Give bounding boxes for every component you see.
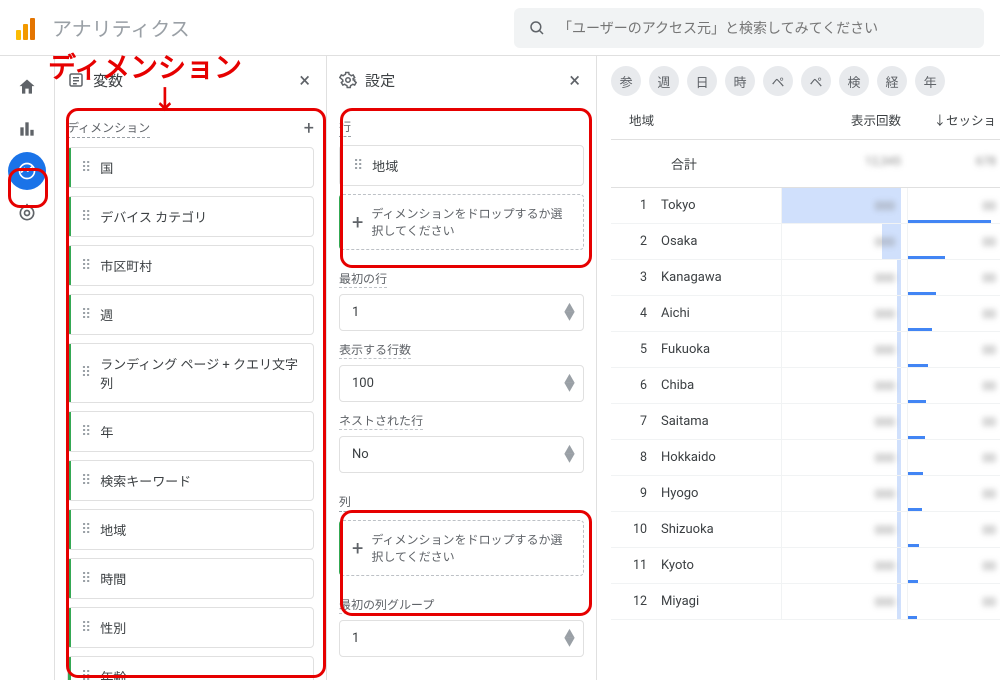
variables-title: 変数 [93, 70, 295, 91]
show-rows-label: 表示する行数 [339, 341, 411, 359]
analytics-logo-icon [16, 16, 40, 40]
drag-handle-icon: ⠿ [81, 673, 92, 680]
col-metric1[interactable]: 表示回数 [781, 110, 901, 129]
col-dimension[interactable]: 地域 [611, 110, 781, 129]
dimension-chip[interactable]: ⠿デバイス カテゴリ [67, 196, 314, 237]
dimension-chip[interactable]: ⠿ランディング ページ + クエリ文字列 [67, 343, 314, 403]
col-metric2[interactable]: ↓セッショ [901, 110, 1000, 129]
app-title: アナリティクス [52, 13, 190, 42]
drag-handle-icon: ⠿ [81, 262, 92, 270]
drag-handle-icon: ⠿ [81, 428, 92, 436]
dimension-chip[interactable]: ⠿地域 [67, 509, 314, 550]
dimension-chip[interactable]: ⠿週 [67, 294, 314, 335]
dimension-chip[interactable]: ⠿年 [67, 411, 314, 452]
first-row-label: 最初の行 [339, 270, 387, 288]
table-row[interactable]: 10Shizuoka00000 [611, 512, 1000, 548]
drag-handle-icon: ⠿ [81, 369, 92, 377]
stepper-icon: ▲▼ [564, 376, 575, 392]
dimension-chip[interactable]: ⠿市区町村 [67, 245, 314, 286]
nav-advertising[interactable] [8, 194, 46, 232]
table-row[interactable]: 6Chiba00000 [611, 368, 1000, 404]
report-tab[interactable]: 年 [915, 66, 945, 96]
col-dropzone[interactable]: + ディメンションをドロップするか選択してください [339, 520, 584, 576]
rows-label: 行 [339, 118, 351, 137]
first-row-select[interactable]: 1 ▲▼ [339, 294, 584, 331]
cols-label: 列 [339, 493, 351, 512]
table-row[interactable]: 1Tokyo00000 [611, 188, 1000, 224]
dimension-chip[interactable]: ⠿時間 [67, 558, 314, 599]
first-col-group-select[interactable]: 1 ▲▼ [339, 620, 584, 657]
table-row[interactable]: 9Hyogo00000 [611, 476, 1000, 512]
drag-handle-icon: ⠿ [81, 624, 92, 632]
drag-handle-icon: ⠿ [81, 311, 92, 319]
show-rows-select[interactable]: 100 ▲▼ [339, 365, 584, 402]
app-header: アナリティクス [0, 0, 1000, 56]
search-bar[interactable] [514, 8, 984, 48]
nested-rows-select[interactable]: No ▲▼ [339, 436, 584, 473]
dimension-chip[interactable]: ⠿年齢 [67, 656, 314, 680]
variables-icon [67, 71, 85, 89]
stepper-icon: ▲▼ [564, 631, 575, 647]
table-row[interactable]: 2Osaka00000 [611, 224, 1000, 260]
report-tab[interactable]: ペ [763, 66, 793, 96]
table-row[interactable]: 12Miyagi00000 [611, 584, 1000, 620]
nav-home[interactable] [8, 68, 46, 106]
total-row: 合計 12,345 678 [611, 140, 1000, 188]
drag-handle-icon: ⠿ [81, 213, 92, 221]
table-row[interactable]: 11Kyoto00000 [611, 548, 1000, 584]
drag-handle-icon: ⠿ [81, 526, 92, 534]
report-tab[interactable]: 検 [839, 66, 869, 96]
settings-title: 設定 [365, 70, 565, 91]
report-area: 参週日時ペペ検経年 地域 表示回数 ↓セッショ 合計 12,345 678 1T… [597, 56, 1000, 680]
report-tab[interactable]: 日 [687, 66, 717, 96]
tab-row: 参週日時ペペ検経年 [611, 66, 1000, 104]
table-row[interactable]: 3Kanagawa00000 [611, 260, 1000, 296]
nested-rows-label: ネストされた行 [339, 412, 423, 430]
table-row[interactable]: 4Aichi00000 [611, 296, 1000, 332]
report-tab[interactable]: ペ [801, 66, 831, 96]
plus-icon: + [352, 210, 363, 234]
row-dropzone[interactable]: + ディメンションをドロップするか選択してください [339, 194, 584, 250]
add-dimension-button[interactable]: + [304, 118, 314, 139]
report-tab[interactable]: 時 [725, 66, 755, 96]
variables-panel: 変数 × ディメンション + ⠿国 ⠿デバイス カテゴリ ⠿市区町村 ⠿週 ⠿ランディン… [55, 56, 327, 680]
settings-panel: 設定 × 行 ⠿ 地域 + ディメンションをドロップするか選択してください 最初… [327, 56, 597, 680]
table-row[interactable]: 5Fukuoka00000 [611, 332, 1000, 368]
settings-icon [339, 71, 357, 89]
plus-icon: + [352, 536, 363, 560]
search-icon [528, 19, 546, 37]
dimension-chip[interactable]: ⠿性別 [67, 607, 314, 648]
table-row[interactable]: 8Hokkaido00000 [611, 440, 1000, 476]
report-tab[interactable]: 参 [611, 66, 641, 96]
left-nav [0, 56, 55, 680]
drag-handle-icon: ⠿ [353, 162, 364, 170]
close-variables-button[interactable]: × [295, 68, 314, 92]
dimension-chip[interactable]: ⠿検索キーワード [67, 460, 314, 501]
drag-handle-icon: ⠿ [81, 477, 92, 485]
first-col-group-label: 最初の列グループ [339, 596, 434, 614]
drag-handle-icon: ⠿ [81, 575, 92, 583]
dimensions-section-header: ディメンション + [67, 118, 314, 139]
table-row[interactable]: 7Saitama00000 [611, 404, 1000, 440]
drag-handle-icon: ⠿ [81, 164, 92, 172]
stepper-icon: ▲▼ [564, 305, 575, 321]
close-settings-button[interactable]: × [565, 68, 584, 92]
nav-explore[interactable] [8, 152, 46, 190]
table-header: 地域 表示回数 ↓セッショ [611, 104, 1000, 140]
report-tab[interactable]: 週 [649, 66, 679, 96]
search-input[interactable] [558, 20, 970, 36]
nav-reports[interactable] [8, 110, 46, 148]
row-chip-region[interactable]: ⠿ 地域 [339, 145, 584, 186]
stepper-icon: ▲▼ [564, 447, 575, 463]
report-tab[interactable]: 経 [877, 66, 907, 96]
dimension-chip[interactable]: ⠿国 [67, 147, 314, 188]
